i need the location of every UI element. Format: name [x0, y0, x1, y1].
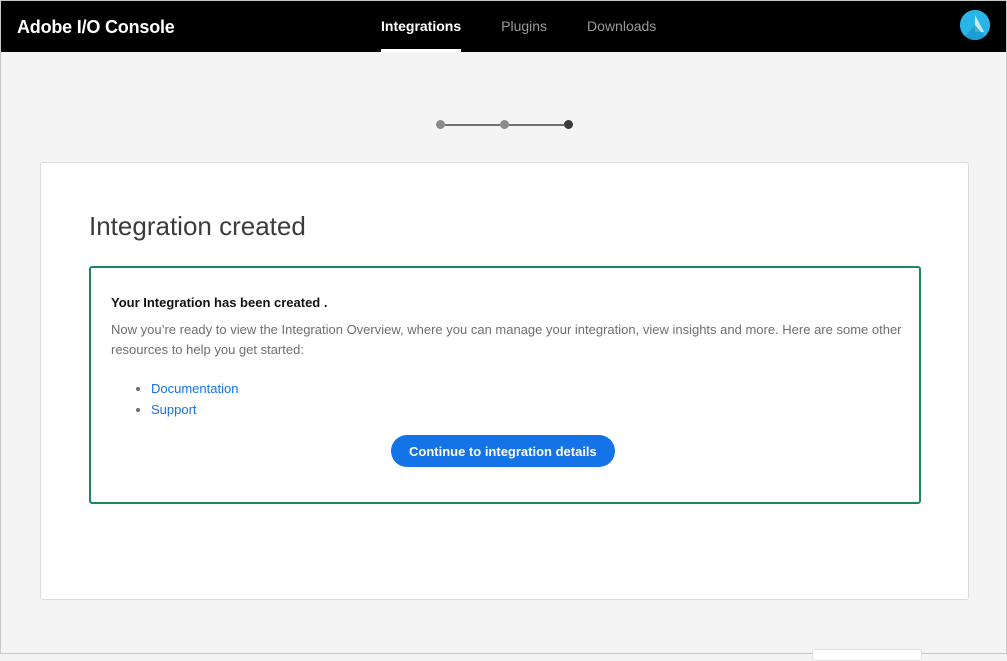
user-avatar[interactable]	[960, 10, 990, 40]
success-message-box: Your Integration has been created . Now …	[89, 266, 921, 504]
documentation-link[interactable]: Documentation	[151, 381, 238, 396]
continue-to-integration-details-button[interactable]: Continue to integration details	[391, 435, 615, 467]
list-item: Documentation	[151, 378, 238, 399]
app-brand-title[interactable]: Adobe I/O Console	[17, 17, 175, 38]
nav-tab-downloads[interactable]: Downloads	[587, 1, 656, 52]
resource-links-list: Documentation Support	[111, 378, 238, 420]
user-avatar-icon	[960, 10, 990, 40]
integration-created-card: Integration created Your Integration has…	[40, 162, 969, 600]
step-1-dot	[436, 120, 445, 129]
progress-stepper	[436, 120, 573, 130]
step-connector-2	[509, 124, 564, 126]
success-heading: Your Integration has been created .	[111, 295, 328, 310]
step-connector-1	[445, 124, 500, 126]
nav-tab-plugins[interactable]: Plugins	[501, 1, 547, 52]
support-link[interactable]: Support	[151, 402, 197, 417]
main-nav: Integrations Plugins Downloads	[381, 1, 696, 52]
nav-tab-integrations[interactable]: Integrations	[381, 1, 462, 52]
step-3-dot	[564, 120, 573, 129]
success-description: Now you’re ready to view the Integration…	[111, 322, 902, 357]
step-2-dot	[500, 120, 509, 129]
page-title: Integration created	[89, 211, 306, 241]
footer-element	[812, 649, 922, 661]
top-navigation-bar: Adobe I/O Console Integrations Plugins D…	[1, 1, 1006, 52]
list-item: Support	[151, 399, 238, 420]
